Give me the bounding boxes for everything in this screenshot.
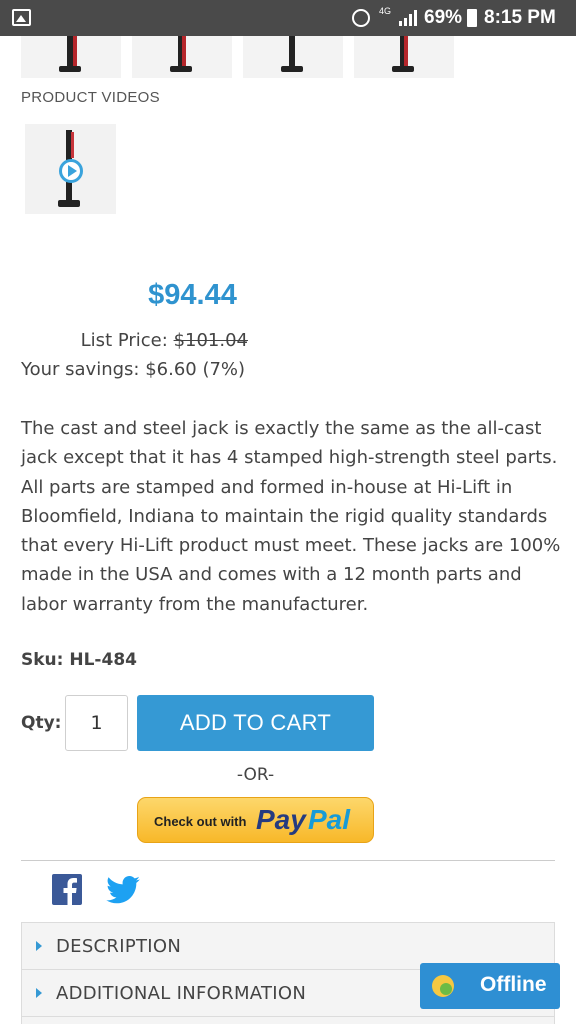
jack-base [58,200,80,207]
paypal-logo-pal: Pal [308,804,351,835]
chat-icon [432,975,454,997]
facebook-share-icon[interactable] [52,874,82,905]
status-clock: 8:15 PM [484,7,556,28]
product-price: $94.44 [148,279,237,311]
status-bar: 4G 69% 8:15 PM [0,0,576,36]
list-price-value: $101.04 [173,330,248,351]
battery-percentage: 69% [424,7,463,28]
network-type-icon: 4G [378,6,391,16]
accordion-next-section[interactable] [21,1016,555,1024]
or-separator: -OR- [236,765,275,785]
battery-icon [467,9,477,27]
paypal-checkout-button[interactable]: Check out with Pay Pal [137,797,374,843]
product-video-thumbnail[interactable] [25,124,116,214]
quantity-input[interactable] [65,695,128,751]
caret-right-icon [36,941,42,951]
product-image-thumbnail[interactable] [243,36,343,78]
twitter-share-icon[interactable] [106,876,140,904]
gallery-notification-icon [12,9,31,26]
paypal-logo-pay: Pay [256,804,306,835]
product-image-thumbnail[interactable] [132,36,232,78]
product-description: The cast and steel jack is exactly the s… [21,418,561,615]
paypal-checkout-text: Check out with [154,814,247,829]
signal-strength-icon [399,10,417,26]
add-to-cart-button[interactable]: ADD TO CART [137,695,374,751]
caret-right-icon [36,988,42,998]
accordion-label: ADDITIONAL INFORMATION [56,983,307,1004]
product-image-thumbnail[interactable] [21,36,121,78]
live-chat-badge[interactable]: Offline [420,963,560,1009]
alarm-icon [352,9,370,27]
product-videos-heading: PRODUCT VIDEOS [21,89,160,106]
list-price-label: List Price: [80,330,168,351]
sku-value: HL-484 [69,650,137,670]
play-icon[interactable] [59,159,83,183]
list-price: List Price: $101.04 [0,330,248,351]
savings-text: Your savings: $6.60 (7%) [21,359,246,380]
product-image-thumbnail[interactable] [354,36,454,78]
sku-label: Sku: [21,650,64,670]
accordion-label: DESCRIPTION [56,936,182,957]
divider [21,860,555,861]
jack-handle [71,132,74,158]
qty-label: Qty: [21,713,62,733]
chat-status: Offline [480,973,547,996]
sku: Sku: HL-484 [21,650,137,670]
